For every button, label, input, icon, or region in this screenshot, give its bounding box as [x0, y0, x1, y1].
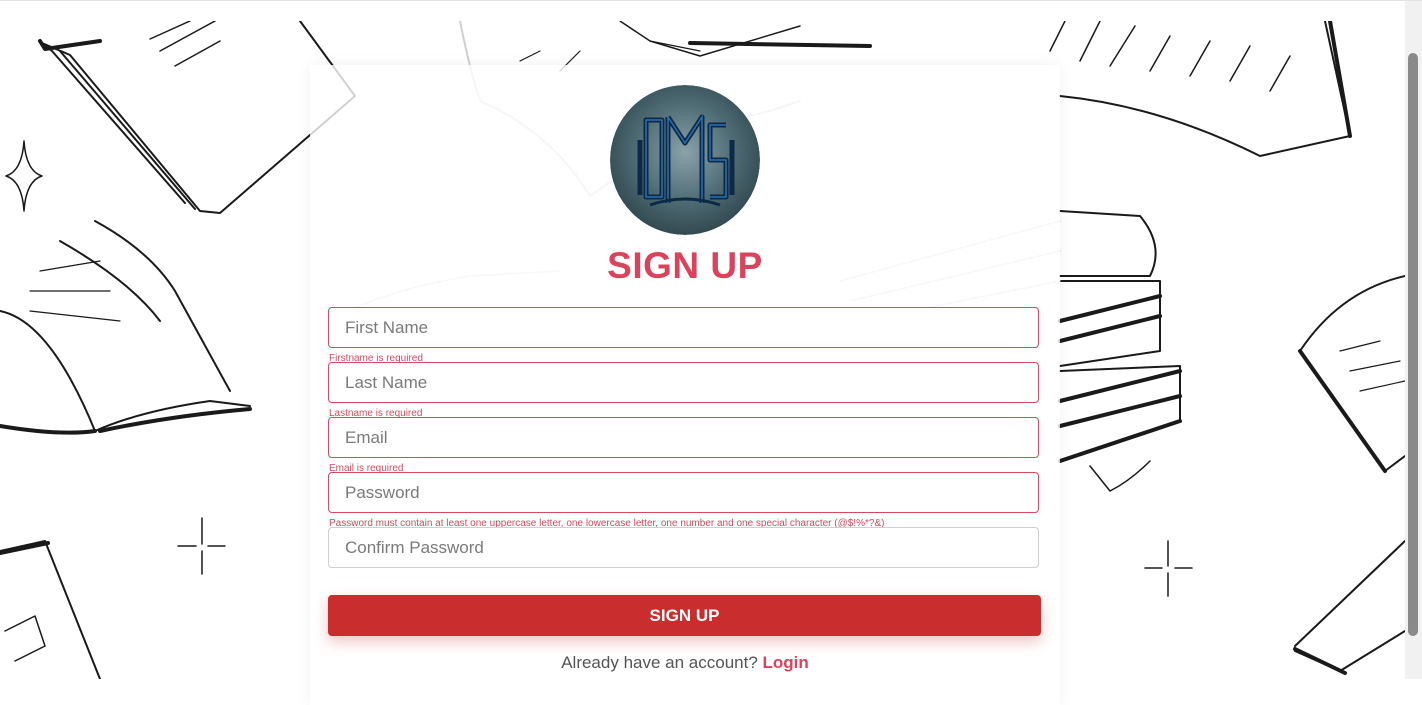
- oms-logo-icon: [610, 85, 760, 235]
- page-title: SIGN UP: [607, 245, 763, 286]
- login-prompt-text: Already have an account?: [561, 653, 758, 672]
- login-prompt-line: Already have an account? Login: [310, 653, 1060, 673]
- email-input[interactable]: [328, 417, 1039, 458]
- first-name-input[interactable]: [328, 307, 1039, 348]
- signup-button[interactable]: SIGN UP: [328, 595, 1041, 636]
- confirm-password-input[interactable]: [328, 527, 1039, 568]
- app-logo: [610, 85, 760, 235]
- scrollbar-thumb[interactable]: [1408, 53, 1418, 636]
- last-name-input[interactable]: [328, 362, 1039, 403]
- password-input[interactable]: [328, 472, 1039, 513]
- login-link[interactable]: Login: [763, 653, 809, 672]
- top-strip: [0, 1, 1422, 21]
- signup-card: SIGN UP Firstname is required Lastname i…: [310, 65, 1060, 705]
